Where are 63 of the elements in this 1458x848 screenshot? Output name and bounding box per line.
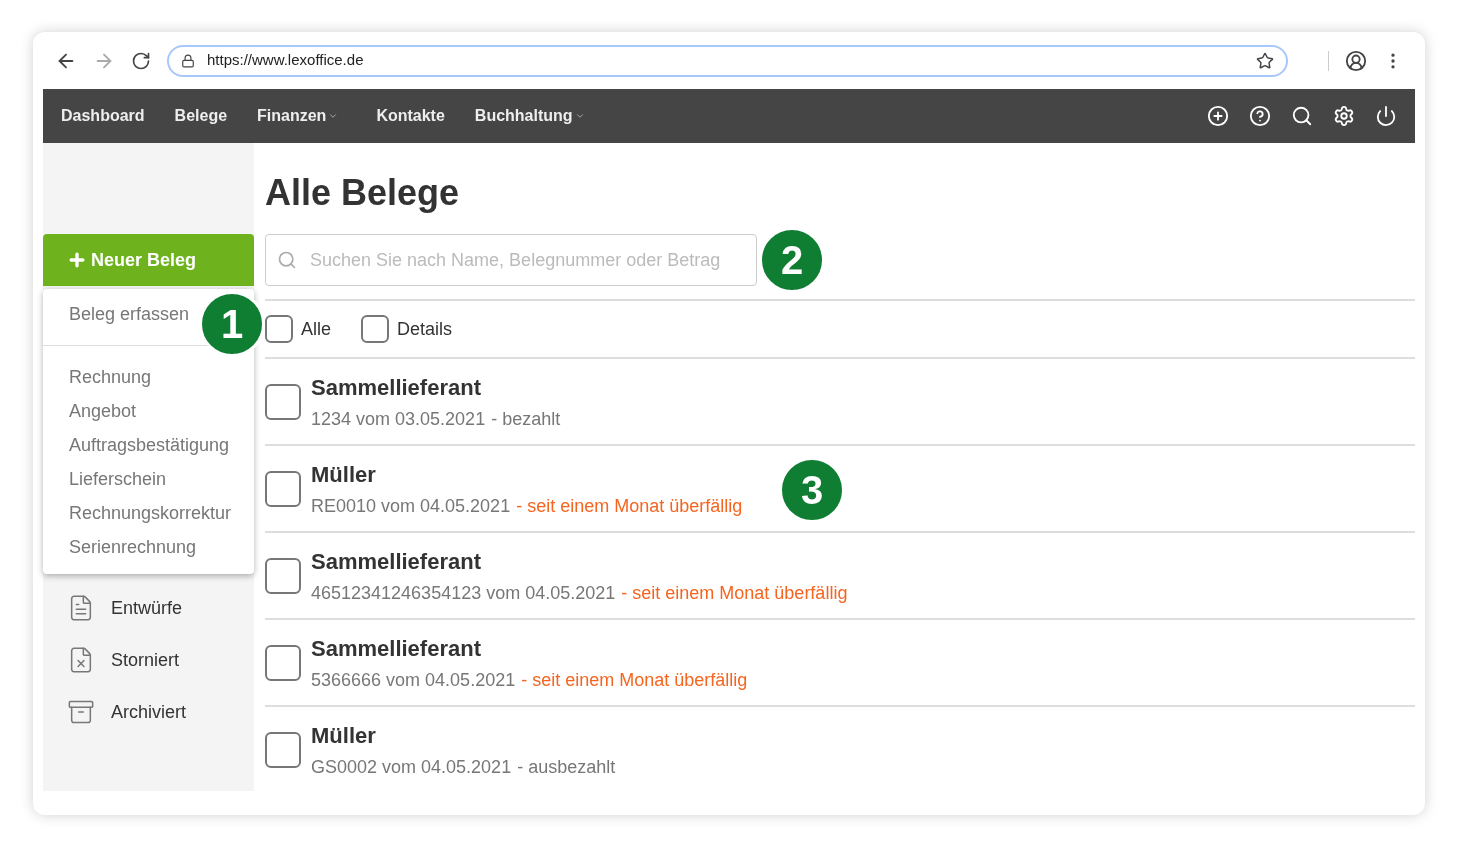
search-icon[interactable] xyxy=(1291,105,1313,127)
checkbox[interactable] xyxy=(265,731,301,768)
menu-item[interactable]: Rechnung xyxy=(43,360,254,394)
checkbox[interactable] xyxy=(265,644,301,681)
lock-icon xyxy=(181,53,195,68)
document-row[interactable]: Sammellieferant 5366666 vom 04.05.2021 - seit einem Monat überfällig xyxy=(265,618,1415,705)
document-reference: RE0010 vom 04.05.2021 xyxy=(311,494,511,518)
help-icon[interactable] xyxy=(1249,105,1271,127)
nav-link[interactable]: Finanzen xyxy=(257,104,347,128)
contact-name: Müller xyxy=(311,721,377,750)
nav-link[interactable]: Dashboard xyxy=(61,104,145,128)
plus-icon xyxy=(67,250,87,270)
step-marker: 2 xyxy=(759,227,825,293)
checkbox[interactable] xyxy=(361,315,389,343)
document-reference: 1234 vom 03.05.2021 xyxy=(311,407,486,431)
filter-label[interactable]: Alle xyxy=(301,315,331,343)
star-icon[interactable] xyxy=(1256,51,1274,70)
payment-status: - seit einem Monat überfällig xyxy=(521,668,748,692)
document-reference: 46512341246354123 vom 04.05.2021 xyxy=(311,581,616,605)
document-row[interactable]: Sammellieferant 1234 vom 03.05.2021 - bezahlt xyxy=(265,357,1415,444)
nav-link[interactable]: Kontakte xyxy=(376,104,445,128)
document-row[interactable]: Sammellieferant 46512341246354123 vom 04.05.2021 - seit einem Monat überfällig xyxy=(265,531,1415,618)
reload-icon[interactable] xyxy=(131,50,151,71)
contact-name: Sammellieferant xyxy=(311,373,482,402)
filter-label[interactable]: Details xyxy=(397,315,453,343)
address-bar[interactable]: https://www.lexoffice.de xyxy=(167,44,1288,77)
contact-name: Müller xyxy=(311,460,377,489)
checkbox[interactable] xyxy=(265,383,301,420)
search-field[interactable]: Suchen Sie nach Name, Belegnummer oder Betrag xyxy=(265,234,757,286)
payment-status: - seit einem Monat überfällig xyxy=(621,581,848,605)
payment-status: - ausbezahlt xyxy=(517,755,616,779)
profile-icon[interactable] xyxy=(1345,49,1367,72)
payment-status: - bezahlt xyxy=(491,407,561,431)
checkbox[interactable] xyxy=(265,557,301,594)
url-text: https://www.lexoffice.de xyxy=(207,50,365,71)
sidebar-item[interactable]: Entwürfe xyxy=(67,594,254,622)
menu-item[interactable]: Serienrechnung xyxy=(43,530,254,564)
contact-name: Sammellieferant xyxy=(311,547,482,576)
settings-icon[interactable] xyxy=(1333,105,1355,127)
contact-name: Sammellieferant xyxy=(311,634,482,663)
document-reference: 5366666 vom 04.05.2021 xyxy=(311,668,516,692)
document-icon xyxy=(67,698,95,726)
nav-link[interactable]: Belege xyxy=(174,104,228,128)
menu-item[interactable]: Rechnungskorrektur xyxy=(43,496,254,530)
document-row[interactable]: Müller GS0002 vom 04.05.2021 - ausbezahlt xyxy=(265,705,1415,792)
nav-link[interactable]: Buchhaltung xyxy=(474,104,593,128)
step-marker: 1 xyxy=(199,291,265,357)
menu-item[interactable]: Auftragsbestätigung xyxy=(43,428,254,462)
page-title: Alle Belege xyxy=(265,171,461,215)
menu-item[interactable]: Lieferschein xyxy=(43,462,254,496)
add-icon[interactable] xyxy=(1207,105,1229,127)
menu-item[interactable]: Beleg erfassen xyxy=(69,297,190,331)
checkbox[interactable] xyxy=(265,315,293,343)
sidebar-item[interactable]: Storniert xyxy=(67,646,254,674)
payment-status: - seit einem Monat überfällig xyxy=(516,494,743,518)
search-icon xyxy=(277,250,297,270)
document-reference: GS0002 vom 04.05.2021 xyxy=(311,755,512,779)
step-marker: 3 xyxy=(779,457,845,523)
power-icon[interactable] xyxy=(1375,105,1397,127)
checkbox[interactable] xyxy=(265,470,301,507)
sidebar-item[interactable]: Archiviert xyxy=(67,698,254,726)
menu-item[interactable]: Angebot xyxy=(43,394,254,428)
document-row[interactable]: Müller RE0010 vom 04.05.2021 - seit einem Monat überfällig 3 xyxy=(265,444,1415,531)
